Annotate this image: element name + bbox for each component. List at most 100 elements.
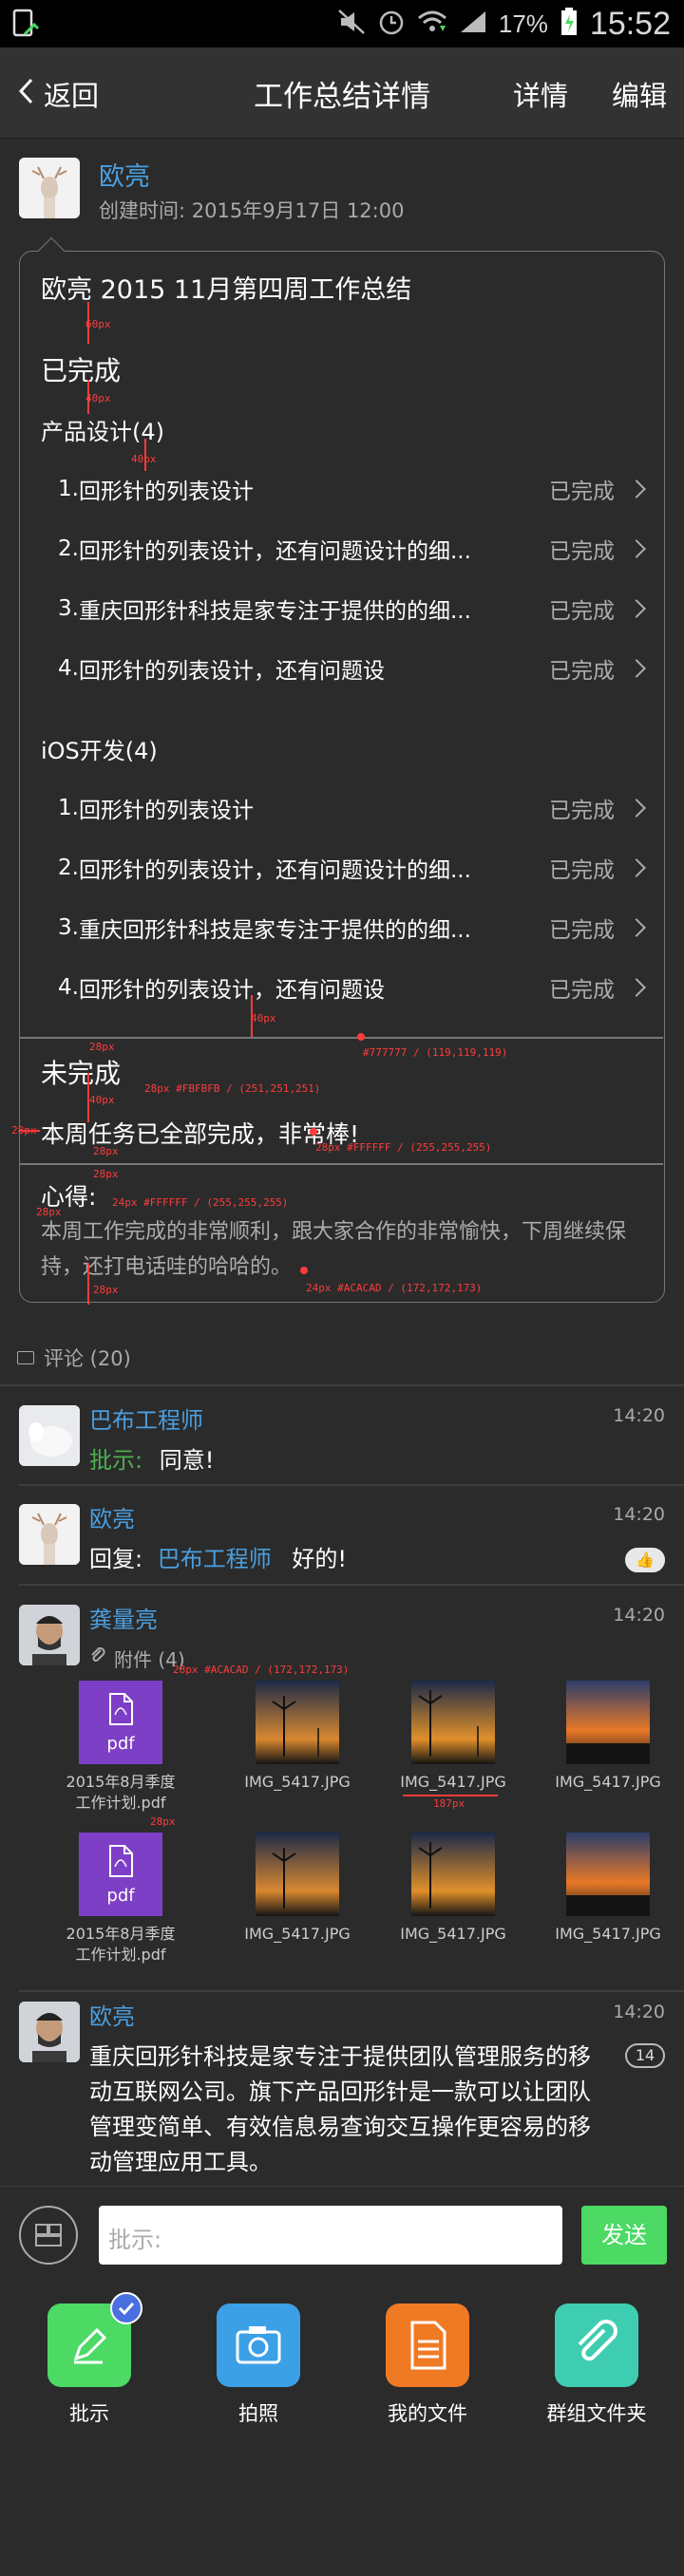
keyboard-icon xyxy=(21,2224,76,2266)
wifi-icon xyxy=(417,9,447,39)
annotation: #777777 / (119,119,119) xyxy=(363,1046,508,1059)
comment-time: 14:20 xyxy=(613,1405,665,1426)
summary-title: 欧亮 2015 11月第四周工作总结 xyxy=(41,275,412,305)
list-item[interactable]: 2. 回形针的列表设计，还有问题设计的细... 已完成 xyxy=(20,518,662,578)
attachment-name: IMG_5417.JPG xyxy=(400,1773,506,1791)
like-button[interactable]: 👍 xyxy=(625,1548,665,1572)
anno-dot xyxy=(300,1267,308,1274)
comment-item: 欧亮 14:20 回复: 巴布工程师 好的! 👍 xyxy=(0,1504,684,1586)
annotation: 28px xyxy=(11,1124,37,1137)
comment-time: 14:20 xyxy=(613,2002,665,2022)
comments-header: 评论 (20) xyxy=(17,1344,131,1372)
list-item[interactable]: 1. 回形针的列表设计 已完成 xyxy=(20,459,662,518)
list-item[interactable]: 2. 回形针的列表设计，还有问题设计的细... 已完成 xyxy=(20,837,662,897)
item-text: 回形针的列表设计，还有问题设计的细... xyxy=(79,538,471,564)
divider xyxy=(19,1584,684,1586)
attachment-image[interactable]: IMG_5417.JPG xyxy=(546,1833,670,1945)
item-text: 回形针的列表设计，还有问题设 xyxy=(79,658,385,684)
commenter-name[interactable]: 巴布工程师 xyxy=(89,1401,203,1435)
image-thumbnail xyxy=(256,1681,339,1764)
divider xyxy=(19,1484,684,1486)
comment-body: 回复: 巴布工程师 好的! xyxy=(89,1540,347,1573)
commenter-name[interactable]: 龚量亮 xyxy=(89,1601,158,1634)
annotation: 40px xyxy=(131,453,157,465)
item-text: 重庆回形针科技是家专注于提供的的细... xyxy=(79,917,471,943)
attachment-image[interactable]: IMG_5417.JPG xyxy=(236,1833,359,1945)
back-label: 返回 xyxy=(44,80,100,112)
group-title-design: 产品设计(4) xyxy=(41,419,164,445)
list-item[interactable]: 4. 回形针的列表设计，还有问题设 已完成 xyxy=(20,638,662,698)
chevron-right-icon xyxy=(627,798,646,818)
list-item[interactable]: 3. 重庆回形针科技是家专注于提供的的细... 已完成 xyxy=(20,578,662,638)
attachment-name: 2015年8月季度 工作计划.pdf xyxy=(66,1773,176,1812)
author-name[interactable]: 欧亮 xyxy=(99,156,150,193)
attachment-image[interactable]: IMG_5417.JPG xyxy=(391,1833,515,1945)
created-time: 创建时间: 2015年9月17日 12:00 xyxy=(99,199,405,222)
details-button[interactable]: 详情 xyxy=(513,74,568,114)
item-number: 4. xyxy=(58,974,79,1000)
chevron-right-icon xyxy=(627,857,646,877)
annotation: 24px #ACACAD / (172,172,173) xyxy=(306,1282,483,1294)
commenter-name[interactable]: 欧亮 xyxy=(89,1500,135,1533)
comment-body: 批示: 同意! xyxy=(89,1441,214,1475)
attachment-image[interactable]: IMG_5417.JPG xyxy=(236,1681,359,1793)
item-number: 3. xyxy=(58,914,79,940)
approve-action[interactable]: 批示 xyxy=(13,2292,165,2427)
paperclip-icon xyxy=(555,2303,638,2387)
chevron-right-icon xyxy=(627,917,646,937)
item-status: 已完成 xyxy=(549,857,615,883)
comment-item: 巴布工程师 14:20 批示: 同意! xyxy=(0,1405,684,1487)
send-button[interactable]: 发送 xyxy=(581,2206,667,2265)
divider xyxy=(20,1037,663,1039)
list-item[interactable]: 3. 重庆回形针科技是家专注于提供的的细... 已完成 xyxy=(20,897,662,957)
edit-button[interactable]: 编辑 xyxy=(612,74,667,114)
my-files-action[interactable]: 我的文件 xyxy=(352,2303,504,2427)
commenter-name[interactable]: 欧亮 xyxy=(89,1998,135,2031)
annotation: 24px #FFFFFF / (255,255,255) xyxy=(112,1196,289,1209)
pdf-icon: pdf xyxy=(79,1681,162,1764)
action-label: 拍照 xyxy=(238,2402,278,2425)
item-number: 1. xyxy=(58,476,79,501)
attachment-pdf[interactable]: pdf 2015年8月季度 工作计划.pdf xyxy=(59,1681,182,1814)
back-button[interactable]: 返回 xyxy=(17,74,99,114)
comment-count-badge[interactable]: 14 xyxy=(625,2043,665,2068)
list-item[interactable]: 1. 回形针的列表设计 已完成 xyxy=(20,778,662,837)
avatar[interactable] xyxy=(19,1504,80,1565)
paperclip-icon xyxy=(89,1646,106,1670)
item-number: 4. xyxy=(58,655,79,681)
avatar[interactable] xyxy=(19,2002,80,2062)
attachment-image[interactable]: IMG_5417.JPG xyxy=(546,1681,670,1793)
item-status: 已完成 xyxy=(549,479,615,504)
avatar[interactable] xyxy=(19,1605,80,1665)
item-status: 已完成 xyxy=(549,658,615,684)
comment-input[interactable]: 批示: xyxy=(99,2206,562,2265)
divider xyxy=(19,1990,684,1992)
reply-target-link[interactable]: 巴布工程师 xyxy=(158,1546,272,1572)
list-item[interactable]: 4. 回形针的列表设计，还有问题设 已完成 xyxy=(20,957,662,1017)
divider xyxy=(0,1384,684,1386)
pdf-icon: pdf xyxy=(79,1833,162,1916)
item-status: 已完成 xyxy=(549,538,615,564)
action-label: 批示 xyxy=(69,2402,109,2425)
avatar[interactable] xyxy=(19,158,80,218)
annotation: 60px xyxy=(86,318,111,330)
comment-text: 重庆回形针科技是家专注于提供团队管理服务的移动互联网公司。旗下产品回形针是一款可… xyxy=(89,2043,591,2175)
action-label: 群组文件夹 xyxy=(546,2402,647,2425)
avatar[interactable] xyxy=(19,1405,80,1466)
annotation: 28px xyxy=(93,1168,119,1180)
attachment-pdf[interactable]: pdf 2015年8月季度 工作计划.pdf xyxy=(59,1833,182,1965)
annotation: 40px xyxy=(89,1094,115,1106)
item-text: 回形针的列表设计，还有问题设计的细... xyxy=(79,857,471,883)
image-thumbnail xyxy=(566,1833,650,1916)
keyboard-toggle-button[interactable] xyxy=(19,2206,78,2265)
group-title-ios: iOS开发(4) xyxy=(41,738,158,764)
camera-action[interactable]: 拍照 xyxy=(182,2303,334,2427)
item-number: 2. xyxy=(58,855,79,880)
attachment-name: IMG_5417.JPG xyxy=(244,1773,351,1791)
annotation: 28px xyxy=(150,1815,176,1828)
attachment-image[interactable]: IMG_5417.JPG xyxy=(391,1681,515,1793)
comments-count: 评论 (20) xyxy=(44,1347,131,1370)
group-folder-action[interactable]: 群组文件夹 xyxy=(521,2303,673,2427)
item-text: 回形针的列表设计，还有问题设 xyxy=(79,977,385,1003)
item-status: 已完成 xyxy=(549,798,615,823)
